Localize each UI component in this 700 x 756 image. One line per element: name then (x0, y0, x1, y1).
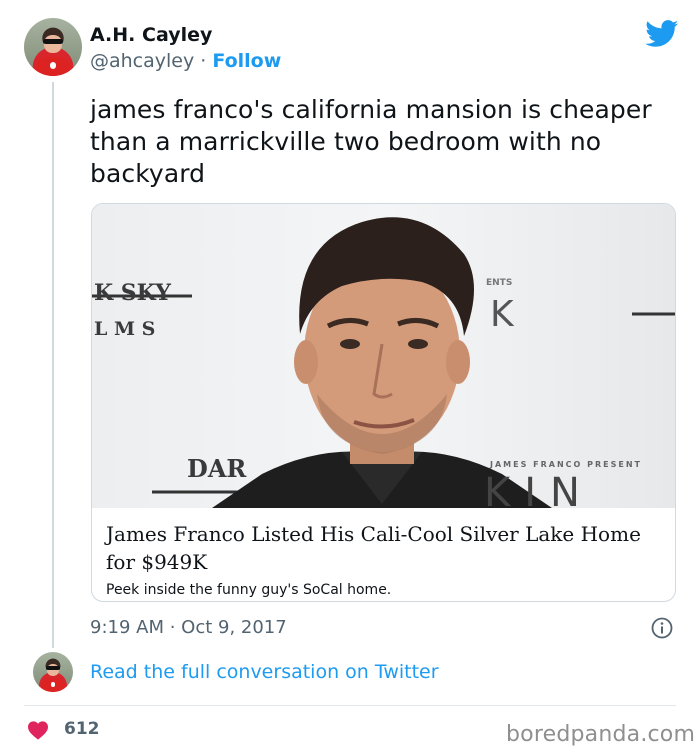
follow-button[interactable]: Follow (212, 50, 281, 72)
tweet-timestamp[interactable]: 9:19 AM · Oct 9, 2017 (90, 617, 287, 638)
read-conversation-link[interactable]: Read the full conversation on Twitter (90, 661, 439, 683)
backdrop-text-sub: JAMES FRANCO PRESENT (490, 460, 642, 469)
heart-icon[interactable] (27, 720, 49, 740)
backdrop-text-k: K (490, 294, 514, 335)
backdrop-text-sky: K SKY (94, 280, 171, 306)
avatar-face (43, 35, 63, 53)
thread-connector-line (52, 82, 54, 648)
card-title[interactable]: James Franco Listed His Cali-Cool Silver… (106, 520, 666, 576)
boredpanda-watermark: boredpanda.com (506, 722, 696, 747)
card-image: K SKY L M S DAR K ENTS JAMES FRANCO PRES… (92, 204, 675, 508)
link-card[interactable]: K SKY L M S DAR K ENTS JAMES FRANCO PRES… (91, 203, 676, 602)
author-handle-line: @ahcayley · Follow (90, 50, 281, 72)
footer-divider (24, 705, 676, 706)
conversation-avatar (33, 652, 73, 692)
backdrop-text-lms: L M S (94, 318, 156, 340)
avatar-sunglasses (45, 666, 61, 670)
author-name[interactable]: A.H. Cayley (90, 24, 212, 46)
tweet-text: james franco's california mansion is che… (90, 95, 652, 188)
like-count: 612 (64, 719, 100, 739)
author-handle[interactable]: @ahcayley (90, 50, 194, 72)
info-icon[interactable] (651, 617, 673, 639)
twitter-bird-icon[interactable] (645, 20, 679, 48)
author-avatar[interactable] (24, 18, 82, 76)
backdrop-text-kin: KIN (484, 470, 594, 508)
backdrop-text-dar: DAR (187, 454, 247, 483)
card-description: Peek inside the funny guy's SoCal home. (106, 582, 392, 598)
handle-separator: · (194, 50, 213, 72)
avatar-sunglasses (42, 38, 64, 44)
backdrop-text-top: ENTS (486, 278, 513, 288)
